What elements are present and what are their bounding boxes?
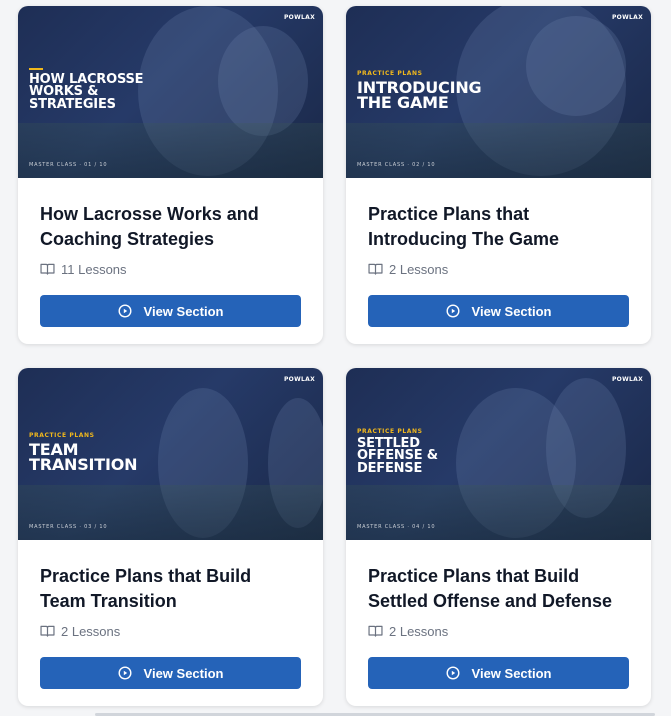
section-title: Practice Plans that Build Settled Offens… <box>368 566 613 611</box>
view-section-button[interactable]: View Section <box>368 657 629 689</box>
section-card: POWLAX How Lacrosse Works & Strategies M… <box>18 6 323 344</box>
thumbnail-footer: MASTER CLASS · 01 / 10 <box>29 162 108 168</box>
thumbnail-kicker: PRACTICE PLANS <box>357 428 423 435</box>
section-title: Practice Plans that Build Team Transitio… <box>40 566 252 611</box>
section-thumbnail: POWLAX How Lacrosse Works & Strategies M… <box>18 6 323 178</box>
brand-logo: POWLAX <box>283 376 315 383</box>
thumbnail-heading: Settled Offense & Defense <box>357 436 438 476</box>
view-section-button[interactable]: View Section <box>40 295 301 327</box>
play-circle-icon <box>118 666 132 680</box>
section-thumbnail: POWLAX PRACTICE PLANS Settled Offense & … <box>346 368 651 540</box>
thumbnail-footer: MASTER CLASS · 04 / 10 <box>357 524 436 530</box>
section-card: POWLAX PRACTICE PLANS Team Transition MA… <box>18 368 323 706</box>
book-open-icon <box>40 263 55 275</box>
play-circle-icon <box>446 666 460 680</box>
view-section-button[interactable]: View Section <box>368 295 629 327</box>
book-open-icon <box>368 263 383 275</box>
thumbnail-kicker: PRACTICE PLANS <box>357 70 423 77</box>
book-open-icon <box>368 625 383 637</box>
section-thumbnail: POWLAX PRACTICE PLANS Introducing The Ga… <box>346 6 651 178</box>
lesson-count: 2 Lessons <box>368 622 629 640</box>
play-circle-icon <box>118 304 132 318</box>
play-circle-icon <box>446 304 460 318</box>
lesson-count: 2 Lessons <box>40 622 301 640</box>
brand-logo: POWLAX <box>283 14 315 21</box>
section-card: POWLAX PRACTICE PLANS Settled Offense & … <box>346 368 651 706</box>
thumbnail-footer: MASTER CLASS · 02 / 10 <box>357 162 436 168</box>
lesson-count: 11 Lessons <box>40 260 301 278</box>
thumbnail-heading: Team Transition <box>29 440 138 475</box>
thumbnail-heading: How Lacrosse Works & Strategies <box>29 72 144 112</box>
section-title: Practice Plans that Introducing The Game <box>368 204 560 249</box>
book-open-icon <box>40 625 55 637</box>
thumbnail-footer: MASTER CLASS · 03 / 10 <box>29 524 108 530</box>
section-thumbnail: POWLAX PRACTICE PLANS Team Transition MA… <box>18 368 323 540</box>
brand-logo: POWLAX <box>611 376 643 383</box>
brand-logo: POWLAX <box>611 14 643 21</box>
section-title: How Lacrosse Works and Coaching Strategi… <box>40 204 259 249</box>
lesson-count: 2 Lessons <box>368 260 629 278</box>
section-card: POWLAX PRACTICE PLANS Introducing The Ga… <box>346 6 651 344</box>
thumbnail-heading: Introducing The Game <box>357 78 482 113</box>
thumbnail-kicker: PRACTICE PLANS <box>29 432 95 439</box>
view-section-button[interactable]: View Section <box>40 657 301 689</box>
